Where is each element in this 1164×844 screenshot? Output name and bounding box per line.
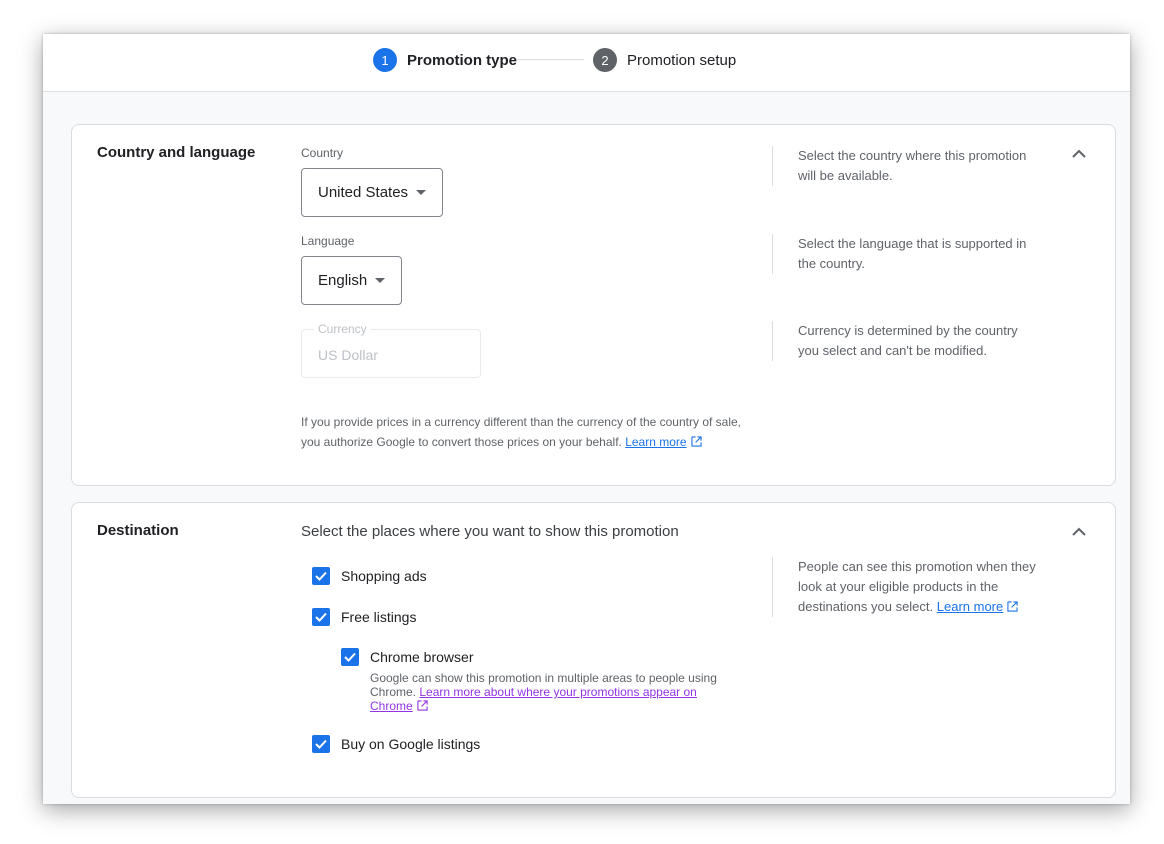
- chevron-up-icon[interactable]: [1069, 144, 1089, 164]
- currency-value: US Dollar: [318, 347, 378, 363]
- caret-down-icon: [416, 190, 427, 195]
- external-link-icon: [690, 436, 702, 447]
- chrome-description: Google can show this promotion in multip…: [370, 671, 740, 713]
- shopping-ads-option[interactable]: Shopping ads: [312, 567, 427, 585]
- currency-note: If you provide prices in a currency diff…: [301, 412, 741, 452]
- learn-more-link[interactable]: Learn more: [625, 435, 686, 449]
- card-title: Destination: [97, 522, 179, 539]
- language-help: Select the language that is supported in…: [772, 234, 1037, 274]
- external-link-icon: [1007, 601, 1018, 612]
- step-number: 1: [373, 48, 397, 72]
- option-label: Chrome browser: [370, 649, 474, 665]
- option-label: Shopping ads: [341, 568, 427, 584]
- step-promotion-setup[interactable]: 2 Promotion setup: [593, 48, 736, 72]
- currency-label: Currency: [314, 322, 371, 336]
- language-select[interactable]: English: [301, 256, 403, 305]
- chrome-browser-option[interactable]: Chrome browser: [341, 648, 473, 666]
- option-label: Buy on Google listings: [341, 736, 481, 752]
- destination-help: People can see this promotion when they …: [772, 557, 1037, 617]
- step-number: 2: [593, 48, 617, 72]
- language-label: Language: [301, 234, 355, 248]
- external-link-icon: [417, 700, 428, 711]
- destination-card: Destination Select the places where you …: [71, 502, 1116, 798]
- buy-on-google-option[interactable]: Buy on Google listings: [312, 735, 480, 753]
- checkbox-checked-icon[interactable]: [312, 567, 330, 585]
- step-label: Promotion type: [407, 51, 518, 69]
- currency-field: Currency US Dollar: [301, 322, 481, 378]
- step-label: Promotion setup: [627, 51, 737, 69]
- checkbox-checked-icon[interactable]: [312, 735, 330, 753]
- language-value: English: [318, 272, 368, 289]
- destination-heading: Select the places where you want to show…: [301, 523, 679, 540]
- country-select[interactable]: United States: [301, 168, 444, 217]
- country-language-card: Country and language Country United Stat…: [71, 124, 1116, 486]
- card-title: Country and language: [97, 144, 256, 161]
- currency-help: Currency is determined by the country yo…: [772, 321, 1037, 361]
- country-value: United States: [318, 184, 409, 201]
- checkbox-checked-icon[interactable]: [341, 648, 359, 666]
- checkbox-checked-icon[interactable]: [312, 608, 330, 626]
- chevron-up-icon[interactable]: [1069, 522, 1089, 542]
- learn-more-link[interactable]: Learn more: [937, 599, 1003, 614]
- country-help: Select the country where this promotion …: [772, 146, 1037, 186]
- step-connector: [518, 59, 584, 60]
- step-promotion-type[interactable]: 1 Promotion type: [373, 48, 517, 72]
- free-listings-option[interactable]: Free listings: [312, 608, 416, 626]
- stepper: 1 Promotion type 2 Promotion setup: [43, 34, 1130, 92]
- promotion-window: 1 Promotion type 2 Promotion setup Count…: [43, 34, 1130, 804]
- country-label: Country: [301, 146, 344, 160]
- option-label: Free listings: [341, 609, 417, 625]
- caret-down-icon: [375, 278, 386, 283]
